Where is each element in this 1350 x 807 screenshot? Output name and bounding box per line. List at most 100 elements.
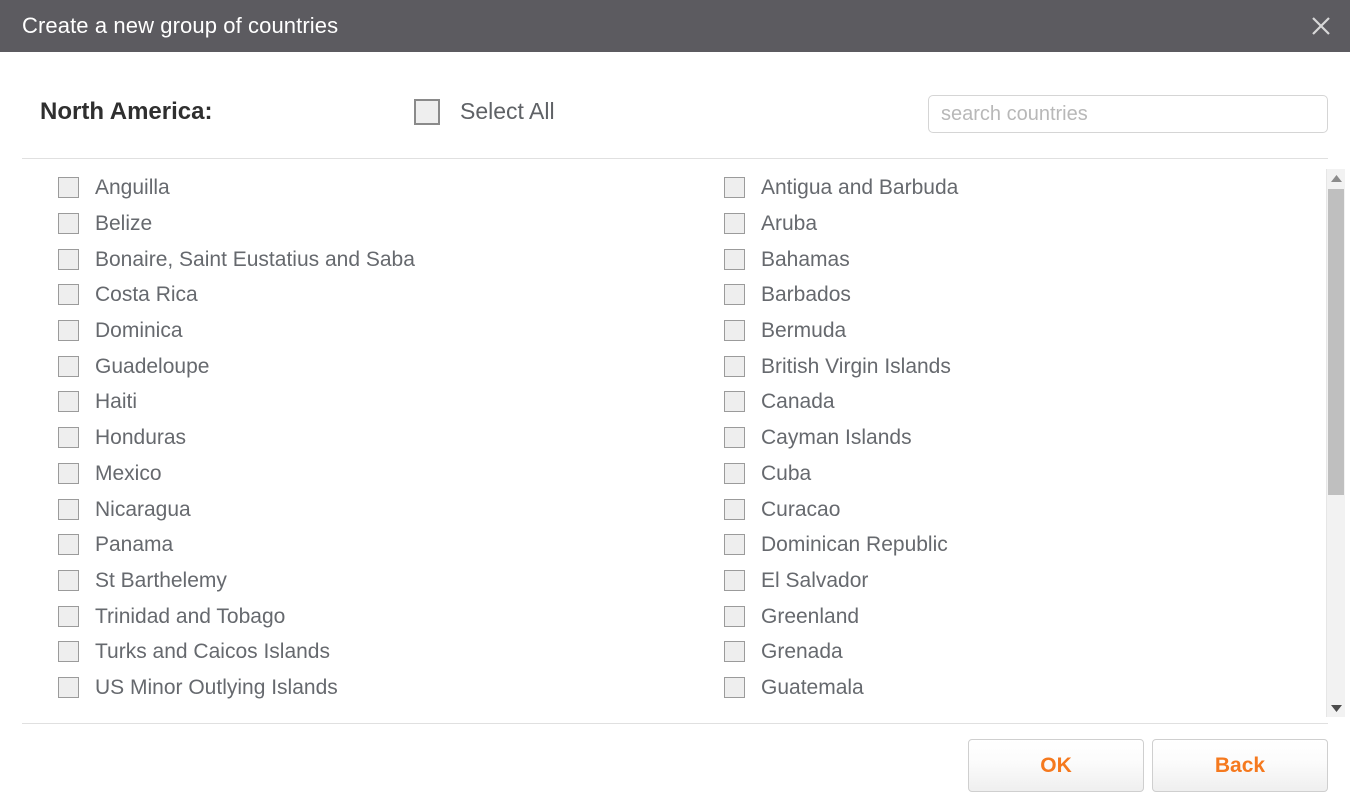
country-checkbox[interactable] <box>724 391 745 412</box>
country-checkbox[interactable] <box>58 534 79 555</box>
ok-button[interactable]: OK <box>968 739 1144 792</box>
country-label: Nicaragua <box>95 499 191 520</box>
country-checkbox[interactable] <box>58 499 79 520</box>
country-label: Turks and Caicos Islands <box>95 641 330 662</box>
country-checkbox[interactable] <box>724 499 745 520</box>
country-row[interactable]: Curacao <box>724 491 1324 527</box>
country-row[interactable]: British Virgin Islands <box>724 348 1324 384</box>
country-label: Cuba <box>761 463 811 484</box>
country-row[interactable]: Guadeloupe <box>58 348 662 384</box>
country-row[interactable]: Dominica <box>58 313 662 349</box>
country-row[interactable]: St Barthelemy <box>58 563 662 599</box>
country-label: Cayman Islands <box>761 427 912 448</box>
country-label: El Salvador <box>761 570 868 591</box>
country-checkbox[interactable] <box>724 641 745 662</box>
country-checkbox[interactable] <box>724 177 745 198</box>
select-all-checkbox[interactable] <box>414 99 440 125</box>
dialog-footer: OK Back <box>0 724 1350 807</box>
country-row[interactable]: US Minor Outlying Islands <box>58 670 662 706</box>
country-checkbox[interactable] <box>724 320 745 341</box>
country-checkbox[interactable] <box>58 677 79 698</box>
list-scrollbar[interactable] <box>1326 169 1345 717</box>
country-checkbox[interactable] <box>58 391 79 412</box>
country-label: Bermuda <box>761 320 846 341</box>
country-row[interactable]: Antigua and Barbuda <box>724 170 1324 206</box>
country-checkbox[interactable] <box>58 570 79 591</box>
country-row[interactable]: Bonaire, Saint Eustatius and Saba <box>58 241 662 277</box>
back-button[interactable]: Back <box>1152 739 1328 792</box>
close-icon[interactable] <box>1306 11 1336 41</box>
country-checkbox[interactable] <box>724 427 745 448</box>
country-row[interactable]: El Salvador <box>724 563 1324 599</box>
country-row[interactable]: Barbados <box>724 277 1324 313</box>
country-row[interactable]: Honduras <box>58 420 662 456</box>
country-label: Anguilla <box>95 177 170 198</box>
dialog-title: Create a new group of countries <box>0 13 338 39</box>
country-row[interactable]: Cayman Islands <box>724 420 1324 456</box>
country-row[interactable]: Cuba <box>724 456 1324 492</box>
country-checkbox[interactable] <box>58 213 79 234</box>
country-row[interactable]: Canada <box>724 384 1324 420</box>
country-checkbox[interactable] <box>724 249 745 270</box>
select-all-control[interactable]: Select All <box>414 98 555 125</box>
country-label: Curacao <box>761 499 840 520</box>
country-label: British Virgin Islands <box>761 356 951 377</box>
country-row[interactable]: Turks and Caicos Islands <box>58 634 662 670</box>
country-checkbox[interactable] <box>58 249 79 270</box>
country-row[interactable]: Anguilla <box>58 170 662 206</box>
country-label: Guadeloupe <box>95 356 209 377</box>
country-checkbox[interactable] <box>724 463 745 484</box>
country-checkbox[interactable] <box>58 606 79 627</box>
country-label: St Barthelemy <box>95 570 227 591</box>
country-checkbox[interactable] <box>724 356 745 377</box>
country-checkbox[interactable] <box>724 677 745 698</box>
country-row[interactable]: Grenada <box>724 634 1324 670</box>
country-row[interactable]: Panama <box>58 527 662 563</box>
country-checkbox[interactable] <box>58 284 79 305</box>
country-label: Honduras <box>95 427 186 448</box>
country-checkbox[interactable] <box>58 320 79 341</box>
country-label: Bonaire, Saint Eustatius and Saba <box>95 249 415 270</box>
country-checkbox[interactable] <box>58 356 79 377</box>
country-row[interactable]: Bermuda <box>724 313 1324 349</box>
country-row[interactable]: Bahamas <box>724 241 1324 277</box>
country-row[interactable]: Greenland <box>724 598 1324 634</box>
country-label: Mexico <box>95 463 162 484</box>
country-row[interactable]: Dominican Republic <box>724 527 1324 563</box>
country-checkbox[interactable] <box>58 427 79 448</box>
country-checkbox[interactable] <box>58 641 79 662</box>
country-checkbox[interactable] <box>724 534 745 555</box>
country-label: Canada <box>761 391 835 412</box>
country-label: Barbados <box>761 284 851 305</box>
country-label: Dominican Republic <box>761 534 948 555</box>
country-row[interactable]: Costa Rica <box>58 277 662 313</box>
country-label: Panama <box>95 534 173 555</box>
region-title: North America: <box>40 98 212 126</box>
search-input[interactable] <box>928 95 1328 133</box>
country-row[interactable]: Belize <box>58 206 662 242</box>
scrollbar-thumb[interactable] <box>1328 189 1344 495</box>
country-row[interactable]: Mexico <box>58 456 662 492</box>
country-checkbox[interactable] <box>58 463 79 484</box>
country-label: US Minor Outlying Islands <box>95 677 338 698</box>
country-row[interactable]: Nicaragua <box>58 491 662 527</box>
country-checkbox[interactable] <box>724 606 745 627</box>
country-column-left: Anguilla Belize Bonaire, Saint Eustatius a… <box>0 170 662 723</box>
chevron-up-icon[interactable] <box>1327 169 1345 187</box>
country-checkbox[interactable] <box>724 570 745 591</box>
country-checkbox[interactable] <box>58 177 79 198</box>
country-checkbox[interactable] <box>724 284 745 305</box>
country-label: Grenada <box>761 641 843 662</box>
country-row[interactable]: Aruba <box>724 206 1324 242</box>
country-row[interactable]: Haiti <box>58 384 662 420</box>
country-label: Belize <box>95 213 152 234</box>
country-label: Dominica <box>95 320 183 341</box>
country-label: Haiti <box>95 391 137 412</box>
country-checkbox[interactable] <box>724 213 745 234</box>
country-row[interactable]: Trinidad and Tobago <box>58 598 662 634</box>
chevron-down-icon[interactable] <box>1327 699 1345 717</box>
dialog-controls: North America: Select All <box>0 52 1350 158</box>
country-row[interactable]: Guatemala <box>724 670 1324 706</box>
country-label: Bahamas <box>761 249 850 270</box>
dialog-titlebar: Create a new group of countries <box>0 0 1350 52</box>
